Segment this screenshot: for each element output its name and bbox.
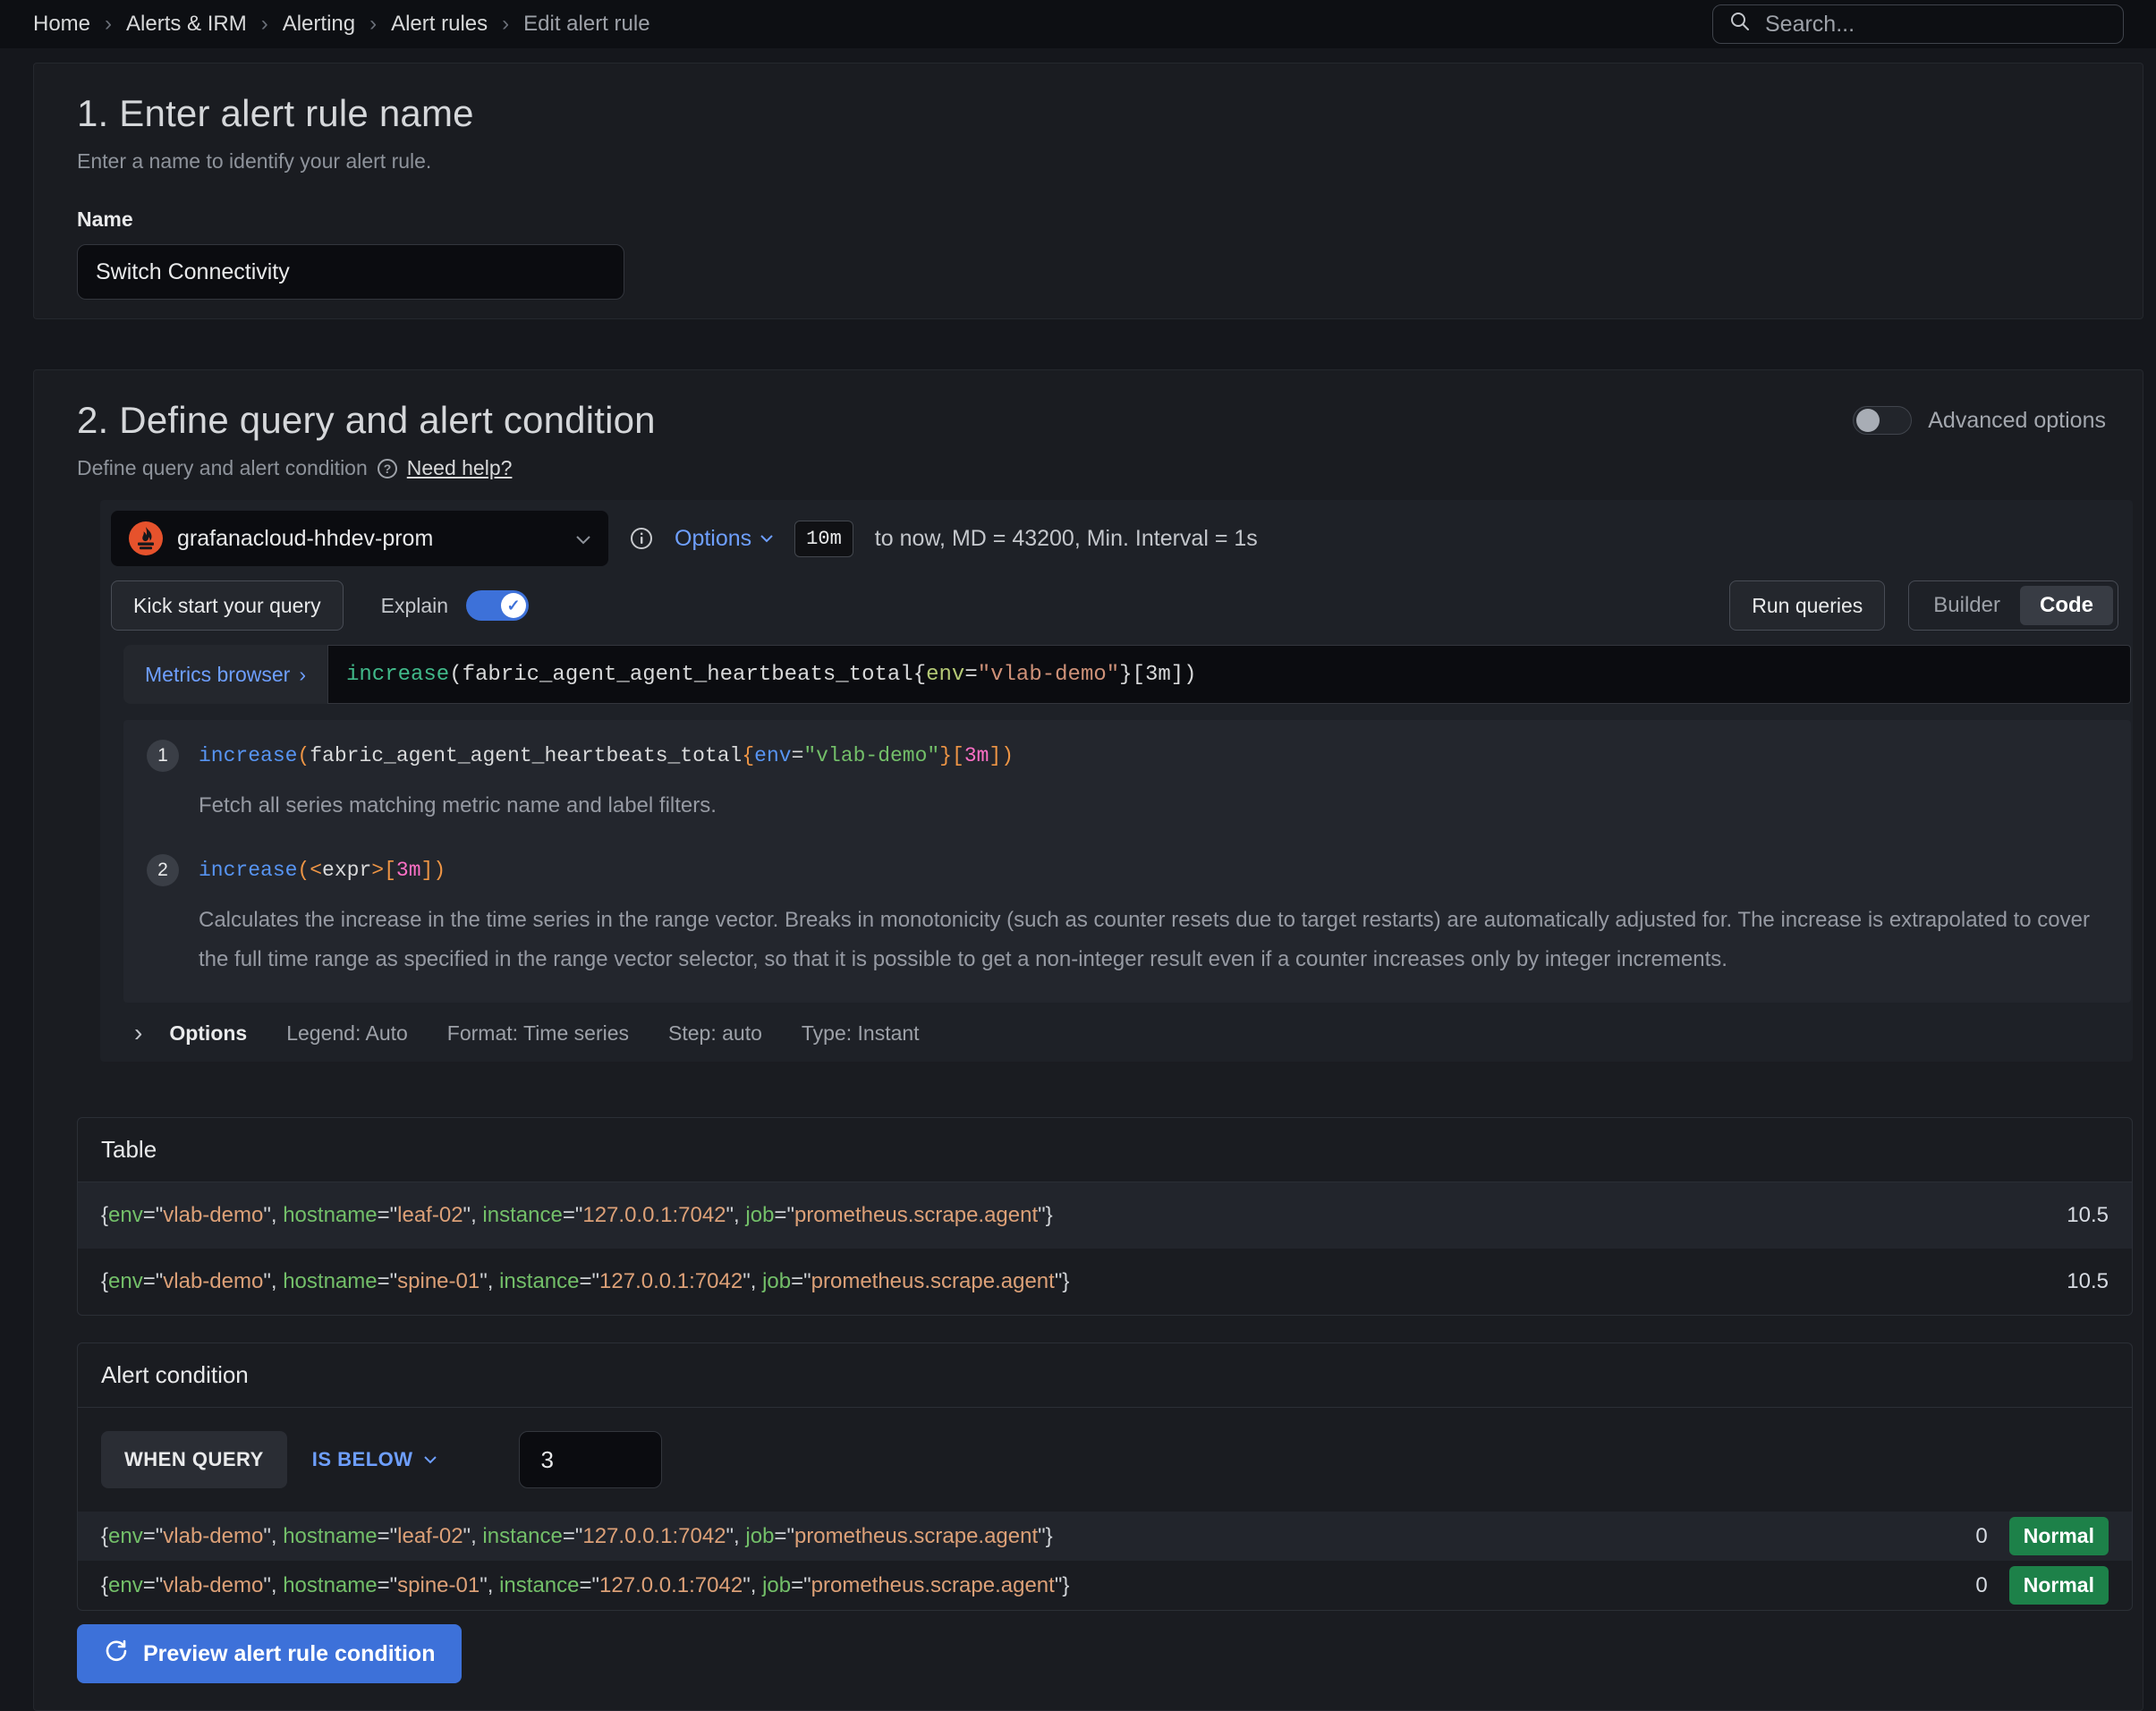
explain-toggle[interactable]: ✓ — [466, 590, 529, 621]
series-labels: {env="vlab-demo", hostname="spine-01", i… — [101, 1573, 1069, 1598]
rule-name-input[interactable]: Switch Connectivity — [77, 244, 624, 300]
breadcrumb-item: Edit alert rule — [523, 12, 649, 37]
explain-description-1: Fetch all series matching metric name an… — [199, 786, 2108, 826]
series-value: 10.5 — [2067, 1269, 2109, 1294]
step1-subtitle: Enter a name to identify your alert rule… — [77, 149, 2131, 174]
metrics-browser-button[interactable]: Metrics browser › — [123, 645, 327, 704]
step1-title: 1. Enter alert rule name — [77, 92, 2131, 135]
chevron-right-icon: › — [134, 1021, 142, 1046]
explain-step-2: 2 increase(<expr>[3m]) Calculates the in… — [147, 854, 2108, 979]
state-badge: Normal — [2009, 1517, 2109, 1555]
series-labels: {env="vlab-demo", hostname="spine-01", i… — [101, 1269, 1069, 1294]
table-row[interactable]: {env="vlab-demo", hostname="spine-01", i… — [78, 1249, 2132, 1315]
step-number-badge: 1 — [147, 740, 179, 772]
chevron-right-icon: › — [299, 663, 306, 687]
explain-label: Explain — [381, 594, 448, 618]
explain-expression-2: increase(<expr>[3m]) — [199, 859, 446, 882]
alert-condition-panel: Alert condition WHEN QUERY IS BELOW 3 {e… — [77, 1343, 2133, 1611]
condition-operator-select[interactable]: IS BELOW — [312, 1448, 437, 1471]
breadcrumb-item[interactable]: Home — [33, 12, 90, 37]
preview-alert-rule-button[interactable]: Preview alert rule condition — [77, 1624, 462, 1683]
series-labels: {env="vlab-demo", hostname="leaf-02", in… — [101, 1524, 1053, 1549]
search-icon — [1729, 11, 1751, 38]
series-value: 0 — [1975, 1524, 1987, 1549]
search-input[interactable]: Search... — [1712, 4, 2124, 44]
step2-card: 2. Define query and alert condition Adva… — [33, 369, 2143, 1711]
help-circle-icon: ? — [377, 458, 398, 479]
need-help-link[interactable]: Need help? — [407, 456, 513, 480]
legend-option: Legend: Auto — [286, 1021, 408, 1046]
format-option: Format: Time series — [447, 1021, 629, 1046]
table-row[interactable]: {env="vlab-demo", hostname="leaf-02", in… — [78, 1182, 2132, 1249]
step2-title: 2. Define query and alert condition — [77, 399, 656, 442]
breadcrumb-item[interactable]: Alert rules — [391, 12, 488, 37]
breadcrumb-separator: › — [261, 12, 268, 37]
prometheus-icon — [129, 521, 163, 555]
series-value: 0 — [1975, 1573, 1987, 1598]
breadcrumb-separator: › — [502, 12, 509, 37]
table-panel-title: Table — [78, 1118, 2132, 1182]
step1-card: 1. Enter alert rule name Enter a name to… — [33, 63, 2143, 319]
breadcrumb-separator: › — [369, 12, 377, 37]
datasource-picker[interactable]: grafanacloud-hhdev-prom — [111, 511, 608, 566]
step-option: Step: auto — [668, 1021, 762, 1046]
breadcrumb-separator: › — [105, 12, 112, 37]
options-row-title: Options — [169, 1021, 247, 1046]
promql-query-input[interactable]: increase(fabric_agent_agent_heartbeats_t… — [327, 645, 2131, 704]
svg-text:?: ? — [383, 462, 391, 476]
alert-result-row[interactable]: {env="vlab-demo", hostname="leaf-02", in… — [78, 1512, 2132, 1561]
rule-name-value: Switch Connectivity — [96, 259, 290, 285]
breadcrumb-item[interactable]: Alerts & IRM — [126, 12, 247, 37]
advanced-options-label: Advanced options — [1928, 408, 2106, 434]
info-circle-icon[interactable] — [630, 527, 653, 550]
query-options-row[interactable]: › Options Legend: Auto Format: Time seri… — [134, 1021, 2122, 1046]
time-range-badge[interactable]: 10m — [794, 521, 853, 557]
builder-code-segmented: Builder Code — [1908, 580, 2118, 631]
query-editor-panel: grafanacloud-hhdev-prom Options 10m to n… — [100, 500, 2133, 1062]
breadcrumb: Home › Alerts & IRM › Alerting › Alert rules › E… — [33, 12, 650, 37]
explain-step-1: 1 increase(fabric_agent_agent_heartbeats… — [147, 740, 2108, 826]
when-query-chip[interactable]: WHEN QUERY — [101, 1431, 287, 1488]
breadcrumb-item[interactable]: Alerting — [283, 12, 355, 37]
top-nav-bar: Home › Alerts & IRM › Alerting › Alert rules › E… — [0, 0, 2156, 48]
refresh-icon — [104, 1639, 129, 1670]
type-option: Type: Instant — [802, 1021, 920, 1046]
step2-subtitle: Define query and alert condition — [77, 456, 368, 480]
toggle-knob — [1856, 409, 1880, 432]
time-range-summary: to now, MD = 43200, Min. Interval = 1s — [875, 526, 1258, 552]
builder-segment[interactable]: Builder — [1914, 593, 2020, 618]
explain-block: 1 increase(fabric_agent_agent_heartbeats… — [123, 720, 2131, 1003]
state-badge: Normal — [2009, 1566, 2109, 1605]
chevron-down-icon — [576, 526, 590, 551]
step-number-badge: 2 — [147, 854, 179, 886]
toggle-check-icon: ✓ — [501, 593, 526, 618]
query-options-dropdown[interactable]: Options — [675, 526, 773, 552]
explain-description-2: Calculates the increase in the time seri… — [199, 901, 2108, 979]
alert-condition-title: Alert condition — [78, 1343, 2132, 1408]
advanced-options-toggle[interactable] — [1853, 406, 1912, 435]
code-segment[interactable]: Code — [2020, 586, 2113, 625]
series-labels: {env="vlab-demo", hostname="leaf-02", in… — [101, 1203, 1053, 1228]
threshold-input[interactable]: 3 — [519, 1431, 662, 1488]
name-label: Name — [77, 208, 2131, 232]
datasource-name: grafanacloud-hhdev-prom — [177, 526, 562, 552]
table-results-panel: Table {env="vlab-demo", hostname="leaf-0… — [77, 1117, 2133, 1316]
kick-start-query-button[interactable]: Kick start your query — [111, 580, 344, 631]
explain-expression-1: increase(fabric_agent_agent_heartbeats_t… — [199, 744, 1014, 767]
search-placeholder: Search... — [1765, 12, 1855, 38]
alert-result-row[interactable]: {env="vlab-demo", hostname="spine-01", i… — [78, 1561, 2132, 1610]
run-queries-button[interactable]: Run queries — [1729, 580, 1885, 631]
series-value: 10.5 — [2067, 1203, 2109, 1228]
query-expression: increase(fabric_agent_agent_heartbeats_t… — [346, 663, 1197, 687]
